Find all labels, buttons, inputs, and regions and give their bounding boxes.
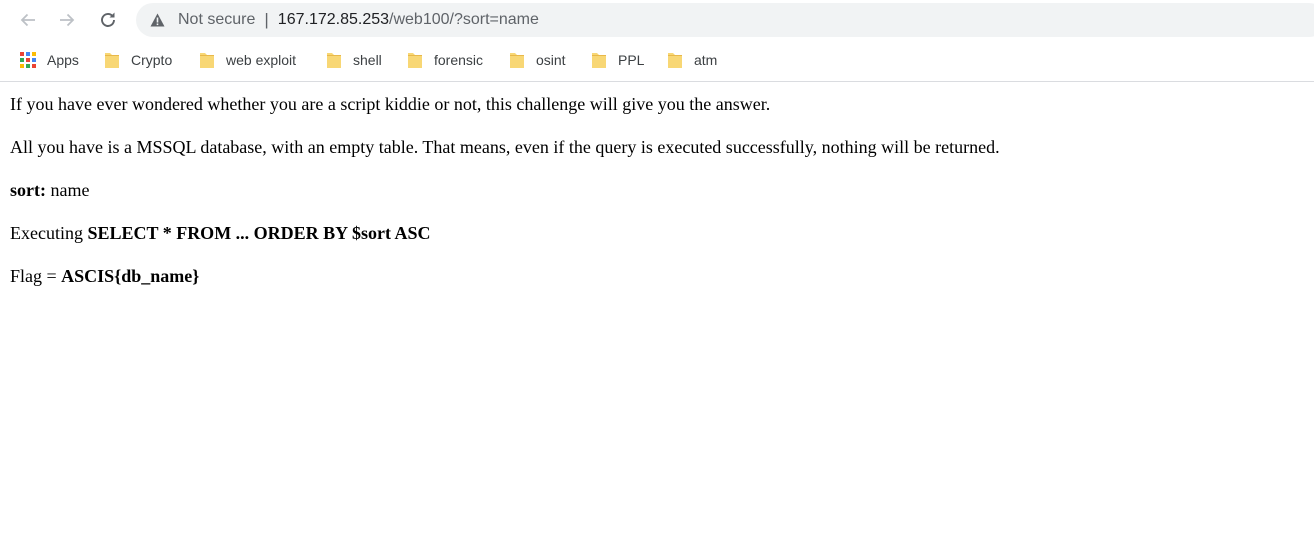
forward-button[interactable] (53, 6, 81, 34)
apps-grid-dot (26, 52, 30, 56)
query-text: SELECT * FROM ... ORDER BY $sort ASC (87, 223, 431, 243)
bookmark-forensic[interactable]: forensic (407, 50, 483, 70)
url-text[interactable]: 167.172.85.253/web100/?sort=name (278, 11, 539, 29)
back-arrow-icon (20, 13, 35, 27)
bookmark-forensic-label: forensic (434, 52, 484, 68)
bookmark-web-exploit-label: web exploit (226, 52, 297, 68)
folder-icon (408, 53, 422, 68)
sort-label: sort: (10, 180, 46, 200)
not-secure-label[interactable]: Not secure (178, 11, 255, 29)
sort-line: sort: name (10, 180, 89, 201)
bookmark-apps-label: Apps (47, 52, 79, 68)
browser-toolbar: Not secure | 167.172.85.253/web100/?sort… (0, 0, 1314, 40)
address-bar[interactable]: Not secure | 167.172.85.253/web100/?sort… (136, 3, 1314, 37)
url-host: 167.172.85.253 (277, 11, 390, 28)
apps-grid-dot (26, 64, 30, 68)
url-path: /web100/?sort=name (389, 11, 539, 28)
bookmark-osint-label: osint (536, 52, 566, 68)
bookmark-atm-label: atm (694, 52, 718, 68)
omnibox-separator: | (264, 10, 269, 29)
apps-grid-dot (20, 64, 24, 68)
folder-icon (510, 53, 524, 68)
bookmark-web-exploit[interactable]: web exploit (199, 50, 296, 70)
apps-grid-dot (20, 52, 24, 56)
executing-line: Executing SELECT * FROM ... ORDER BY $so… (10, 223, 431, 244)
flag-value: ASCIS{db_name} (61, 266, 200, 286)
flag-line: Flag = ASCIS{db_name} (10, 266, 199, 287)
folder-icon (592, 53, 606, 68)
bookmarks-bar: Apps Crypto web exploit shell forensic o… (0, 40, 1314, 82)
bookmark-atm[interactable]: atm (667, 50, 717, 70)
flag-label: Flag = (10, 266, 62, 286)
bookmark-crypto[interactable]: Crypto (104, 50, 172, 70)
bookmark-ppl-label: PPL (618, 52, 645, 68)
warning-icon[interactable] (150, 12, 166, 28)
apps-grid-dot (32, 58, 36, 62)
executing-label: Executing (10, 223, 88, 243)
bookmark-ppl[interactable]: PPL (591, 50, 644, 70)
back-button[interactable] (14, 6, 42, 34)
sort-value: name (45, 180, 90, 200)
bookmark-shell[interactable]: shell (326, 50, 382, 70)
folder-icon (668, 53, 682, 68)
description-text: All you have is a MSSQL database, with a… (10, 137, 1000, 157)
reload-button[interactable] (94, 6, 122, 34)
folder-icon (327, 53, 341, 68)
bookmark-shell-label: shell (353, 52, 382, 68)
folder-icon (200, 53, 214, 68)
bookmark-apps[interactable]: Apps (20, 50, 79, 70)
apps-grid-dot (20, 58, 24, 62)
reload-icon (101, 12, 115, 27)
apps-grid-dot (26, 58, 30, 62)
forward-arrow-icon (60, 13, 75, 27)
folder-icon (105, 53, 119, 68)
apps-grid-icon (20, 52, 36, 68)
apps-grid-dot (32, 52, 36, 56)
intro-text: If you have ever wondered whether you ar… (10, 94, 771, 114)
bookmark-crypto-label: Crypto (131, 52, 173, 68)
apps-grid-dot (32, 64, 36, 68)
bookmark-osint[interactable]: osint (509, 50, 566, 70)
